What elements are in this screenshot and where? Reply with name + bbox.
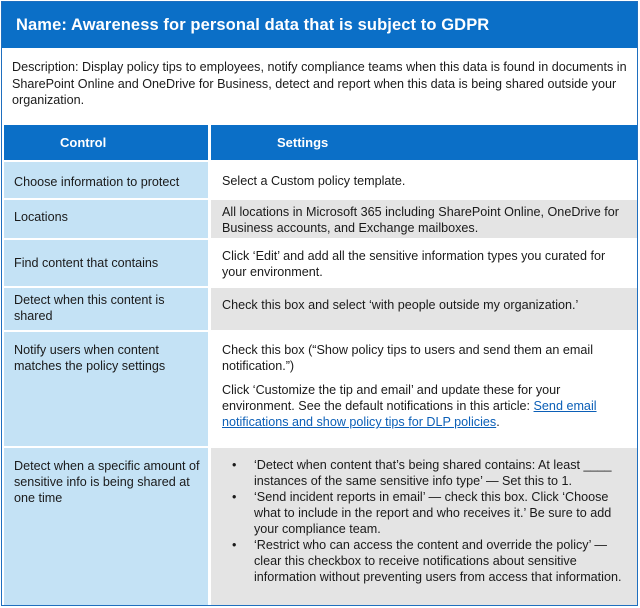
setting-text: ‘Detect when content that’s being shared… bbox=[254, 458, 612, 488]
settings-column-header: Settings bbox=[211, 125, 637, 160]
setting-cell: • ‘Detect when content that’s being share… bbox=[211, 448, 637, 605]
setting-text: Click ‘Customize the tip and email’ and … bbox=[222, 383, 561, 413]
bullet-icon: • bbox=[232, 538, 237, 552]
gdpr-policy-card: Name: Awareness for personal data that i… bbox=[1, 1, 638, 606]
control-label: Detect when a specific amount of sensiti… bbox=[14, 459, 200, 505]
control-cell: Choose information to protect bbox=[4, 162, 208, 198]
bullet-icon: • bbox=[232, 458, 237, 472]
control-label: Find content that contains bbox=[14, 256, 159, 270]
setting-cell: Check this box and select ‘with people o… bbox=[211, 288, 637, 330]
list-item: • ‘Send incident reports in email’ — chec… bbox=[222, 489, 627, 537]
control-label: Notify users when content matches the po… bbox=[14, 343, 166, 373]
control-label: Choose information to protect bbox=[14, 175, 180, 189]
control-cell: Notify users when content matches the po… bbox=[4, 332, 208, 446]
setting-text: ‘Send incident reports in email’ — check… bbox=[254, 490, 612, 536]
setting-text: Click ‘Edit’ and add all the sensitive i… bbox=[222, 249, 606, 279]
setting-cell: Click ‘Edit’ and add all the sensitive i… bbox=[211, 240, 637, 286]
control-cell: Detect when a specific amount of sensiti… bbox=[4, 448, 208, 605]
table-header-row: Control Settings bbox=[2, 125, 637, 160]
setting-cell: Check this box (“Show policy tips to use… bbox=[211, 332, 637, 446]
list-item: • ‘Restrict who can access the content a… bbox=[222, 537, 627, 585]
control-column-header: Control bbox=[4, 125, 208, 160]
setting-paragraph: Check this box (“Show policy tips to use… bbox=[222, 343, 593, 373]
setting-bullet-list: • ‘Detect when content that’s being share… bbox=[222, 457, 627, 585]
setting-text: . bbox=[496, 415, 500, 429]
control-label: Locations bbox=[14, 210, 68, 224]
setting-cell: All locations in Microsoft 365 including… bbox=[211, 200, 637, 238]
control-cell: Find content that contains bbox=[4, 240, 208, 286]
setting-paragraph: Click ‘Customize the tip and email’ and … bbox=[222, 382, 627, 430]
setting-cell: Select a Custom policy template. bbox=[211, 162, 637, 198]
control-label: Detect when this content is shared bbox=[14, 293, 165, 323]
policy-title: Name: Awareness for personal data that i… bbox=[2, 2, 637, 48]
control-cell: Detect when this content is shared bbox=[4, 288, 208, 330]
setting-text: ‘Restrict who can access the content and… bbox=[254, 538, 622, 584]
policy-description: Description: Display policy tips to empl… bbox=[12, 60, 627, 107]
setting-text: Check this box and select ‘with people o… bbox=[222, 298, 579, 312]
setting-text: Select a Custom policy template. bbox=[222, 174, 406, 188]
list-item: • ‘Detect when content that’s being share… bbox=[222, 457, 627, 489]
control-cell: Locations bbox=[4, 200, 208, 238]
bullet-icon: • bbox=[232, 490, 237, 504]
setting-text: All locations in Microsoft 365 including… bbox=[222, 205, 619, 235]
